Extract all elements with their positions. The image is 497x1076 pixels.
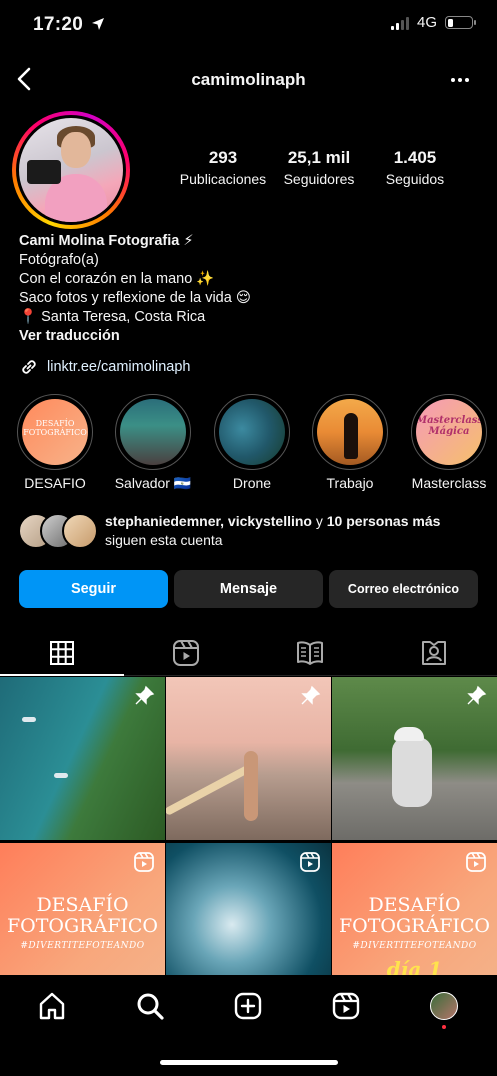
guides-icon xyxy=(297,641,323,665)
highlight-cover: Masterclass Mágica xyxy=(416,399,482,465)
reels-icon xyxy=(332,992,360,1020)
highlight-label: Masterclass xyxy=(411,475,487,491)
home-icon xyxy=(39,992,65,1020)
highlight-label: Salvador 🇸🇻 xyxy=(114,475,192,491)
stat-followers-label: Seguidores xyxy=(283,171,355,187)
message-button[interactable]: Mensaje xyxy=(174,570,323,608)
status-time: 17:20 xyxy=(33,14,105,36)
post-thumbnail[interactable] xyxy=(0,677,165,840)
network-label: 4G xyxy=(416,14,437,31)
highlight-cover: DESAFÍO FOTOGRÁFICO xyxy=(22,399,88,465)
highlight-cover xyxy=(120,399,186,465)
profile-username: camimolinaph xyxy=(191,70,306,89)
bio-link[interactable]: linktr.ee/camimolinaph xyxy=(19,357,190,377)
bio-line-2: Saco fotos y reflexione de la vida 😌 xyxy=(19,290,251,306)
stat-posts-value: 293 xyxy=(208,148,238,167)
bio-line-1: Con el corazón en la mano ✨ xyxy=(19,271,215,287)
more-options-icon[interactable] xyxy=(451,78,469,82)
home-indicator[interactable] xyxy=(160,1060,338,1065)
highlight-cover xyxy=(317,399,383,465)
tab-reels[interactable] xyxy=(124,630,248,676)
post-title: DESAFÍO FOTOGRÁFICO xyxy=(338,894,491,937)
highlight-label: DESAFIO xyxy=(24,475,86,491)
highlight-desafio[interactable]: DESAFÍO FOTOGRÁFICO DESAFIO xyxy=(15,394,95,491)
bio-category: Fotógrafo(a) xyxy=(19,252,99,268)
bio-location: 📍 Santa Teresa, Costa Rica xyxy=(19,309,206,325)
email-button[interactable]: Correo electrónico xyxy=(329,570,478,608)
active-tab-indicator xyxy=(0,674,124,676)
nav-reels[interactable] xyxy=(329,989,363,1023)
stat-posts[interactable]: 293 Publicaciones xyxy=(168,148,278,187)
nav-search[interactable] xyxy=(133,989,167,1023)
stat-following-value: 1.405 xyxy=(393,148,437,167)
link-icon xyxy=(22,360,36,374)
nav-profile[interactable] xyxy=(427,989,461,1023)
battery-icon xyxy=(445,16,476,29)
avatar-photo xyxy=(19,118,123,222)
stat-following-label: Seguidos xyxy=(385,171,445,187)
see-translation-link[interactable]: Ver traducción xyxy=(19,327,251,346)
reel-badge-icon xyxy=(134,852,154,872)
stat-followers[interactable]: 25,1 mil Seguidores xyxy=(264,148,374,187)
highlight-cover xyxy=(219,399,285,465)
highlight-masterclass[interactable]: Masterclass Mágica Masterclass xyxy=(409,394,489,491)
pin-icon xyxy=(301,685,321,705)
highlight-label: Trabajo xyxy=(326,475,374,491)
stat-posts-label: Publicaciones xyxy=(179,171,267,187)
post-title: DESAFÍO FOTOGRÁFICO xyxy=(6,894,159,937)
highlight-drone[interactable]: Drone xyxy=(212,394,292,491)
profile-tabs xyxy=(0,630,497,676)
post-hashtag: #DIVERTITEFOTEANDO xyxy=(20,941,145,951)
post-hashtag: #DIVERTITEFOTEANDO xyxy=(352,941,477,951)
nav-create[interactable] xyxy=(231,989,265,1023)
post-thumbnail[interactable] xyxy=(166,677,331,840)
nav-home[interactable] xyxy=(35,989,69,1023)
reel-badge-icon xyxy=(466,852,486,872)
create-icon xyxy=(234,992,262,1020)
profile-avatar[interactable] xyxy=(12,111,130,229)
follow-button[interactable]: Seguir xyxy=(19,570,168,608)
post-thumbnail[interactable] xyxy=(332,677,497,840)
bio: Cami Molina Fotografia ⚡ Fotógrafo(a) Co… xyxy=(19,232,251,346)
reels-icon xyxy=(173,640,199,666)
stat-following[interactable]: 1.405 Seguidos xyxy=(360,148,470,187)
highlight-label: Drone xyxy=(232,475,272,491)
pin-icon xyxy=(467,685,487,705)
notification-dot xyxy=(442,1025,446,1029)
tab-grid[interactable] xyxy=(0,630,124,676)
stat-followers-value: 25,1 mil xyxy=(287,148,351,167)
location-arrow-icon xyxy=(91,18,104,30)
grid-icon xyxy=(50,641,74,665)
tab-guides[interactable] xyxy=(248,630,372,676)
status-indicators: 4G xyxy=(390,14,476,31)
follower-avatar xyxy=(62,513,98,549)
tab-tagged[interactable] xyxy=(372,630,496,676)
profile-avatar xyxy=(430,992,458,1020)
reel-badge-icon xyxy=(300,852,320,872)
signal-icon xyxy=(390,16,409,30)
bio-link-text: linktr.ee/camimolinaph xyxy=(47,359,191,375)
pin-icon xyxy=(135,685,155,705)
followed-by-text[interactable]: stephaniedemner, vickystellino y 10 pers… xyxy=(105,512,440,550)
search-icon xyxy=(137,993,164,1020)
highlight-salvador[interactable]: Salvador 🇸🇻 xyxy=(113,394,193,492)
bio-name: Cami Molina Fotografia ⚡ xyxy=(19,233,194,249)
tagged-icon xyxy=(422,641,446,665)
highlight-trabajo[interactable]: Trabajo xyxy=(310,394,390,491)
